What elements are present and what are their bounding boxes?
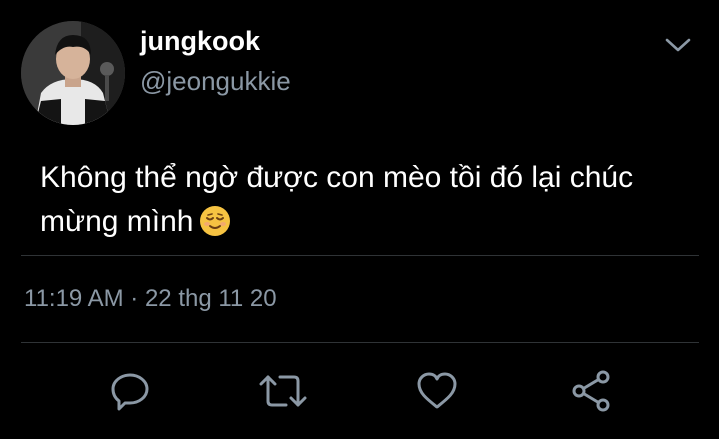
tweet-text-line-2: mừng mình [40, 205, 194, 238]
display-name[interactable]: jungkook [140, 26, 260, 57]
tweet-text-line-1: Không thể ngờ được con mèo tồi đó lại ch… [40, 161, 634, 194]
tweet-timestamp[interactable]: 11:19 AM · 22 thg 11 20 [24, 285, 277, 313]
user-handle[interactable]: @jeongukkie [140, 66, 291, 97]
relieved-face-emoji [199, 205, 231, 250]
heart-icon [417, 372, 457, 409]
retweet-button[interactable] [258, 366, 308, 416]
profile-photo [21, 21, 125, 125]
retweet-icon [259, 375, 307, 407]
reply-button[interactable] [105, 366, 155, 416]
reply-icon [111, 373, 149, 411]
share-icon [572, 370, 610, 412]
tweet-text: Không thể ngờ được con mèo tồi đó lại ch… [40, 156, 700, 250]
divider-top [21, 255, 699, 256]
more-options-button[interactable] [660, 30, 696, 60]
share-button[interactable] [566, 366, 616, 416]
like-button[interactable] [412, 366, 462, 416]
chevron-down-icon [665, 38, 691, 52]
divider-bottom [21, 342, 699, 343]
avatar[interactable] [21, 21, 125, 125]
